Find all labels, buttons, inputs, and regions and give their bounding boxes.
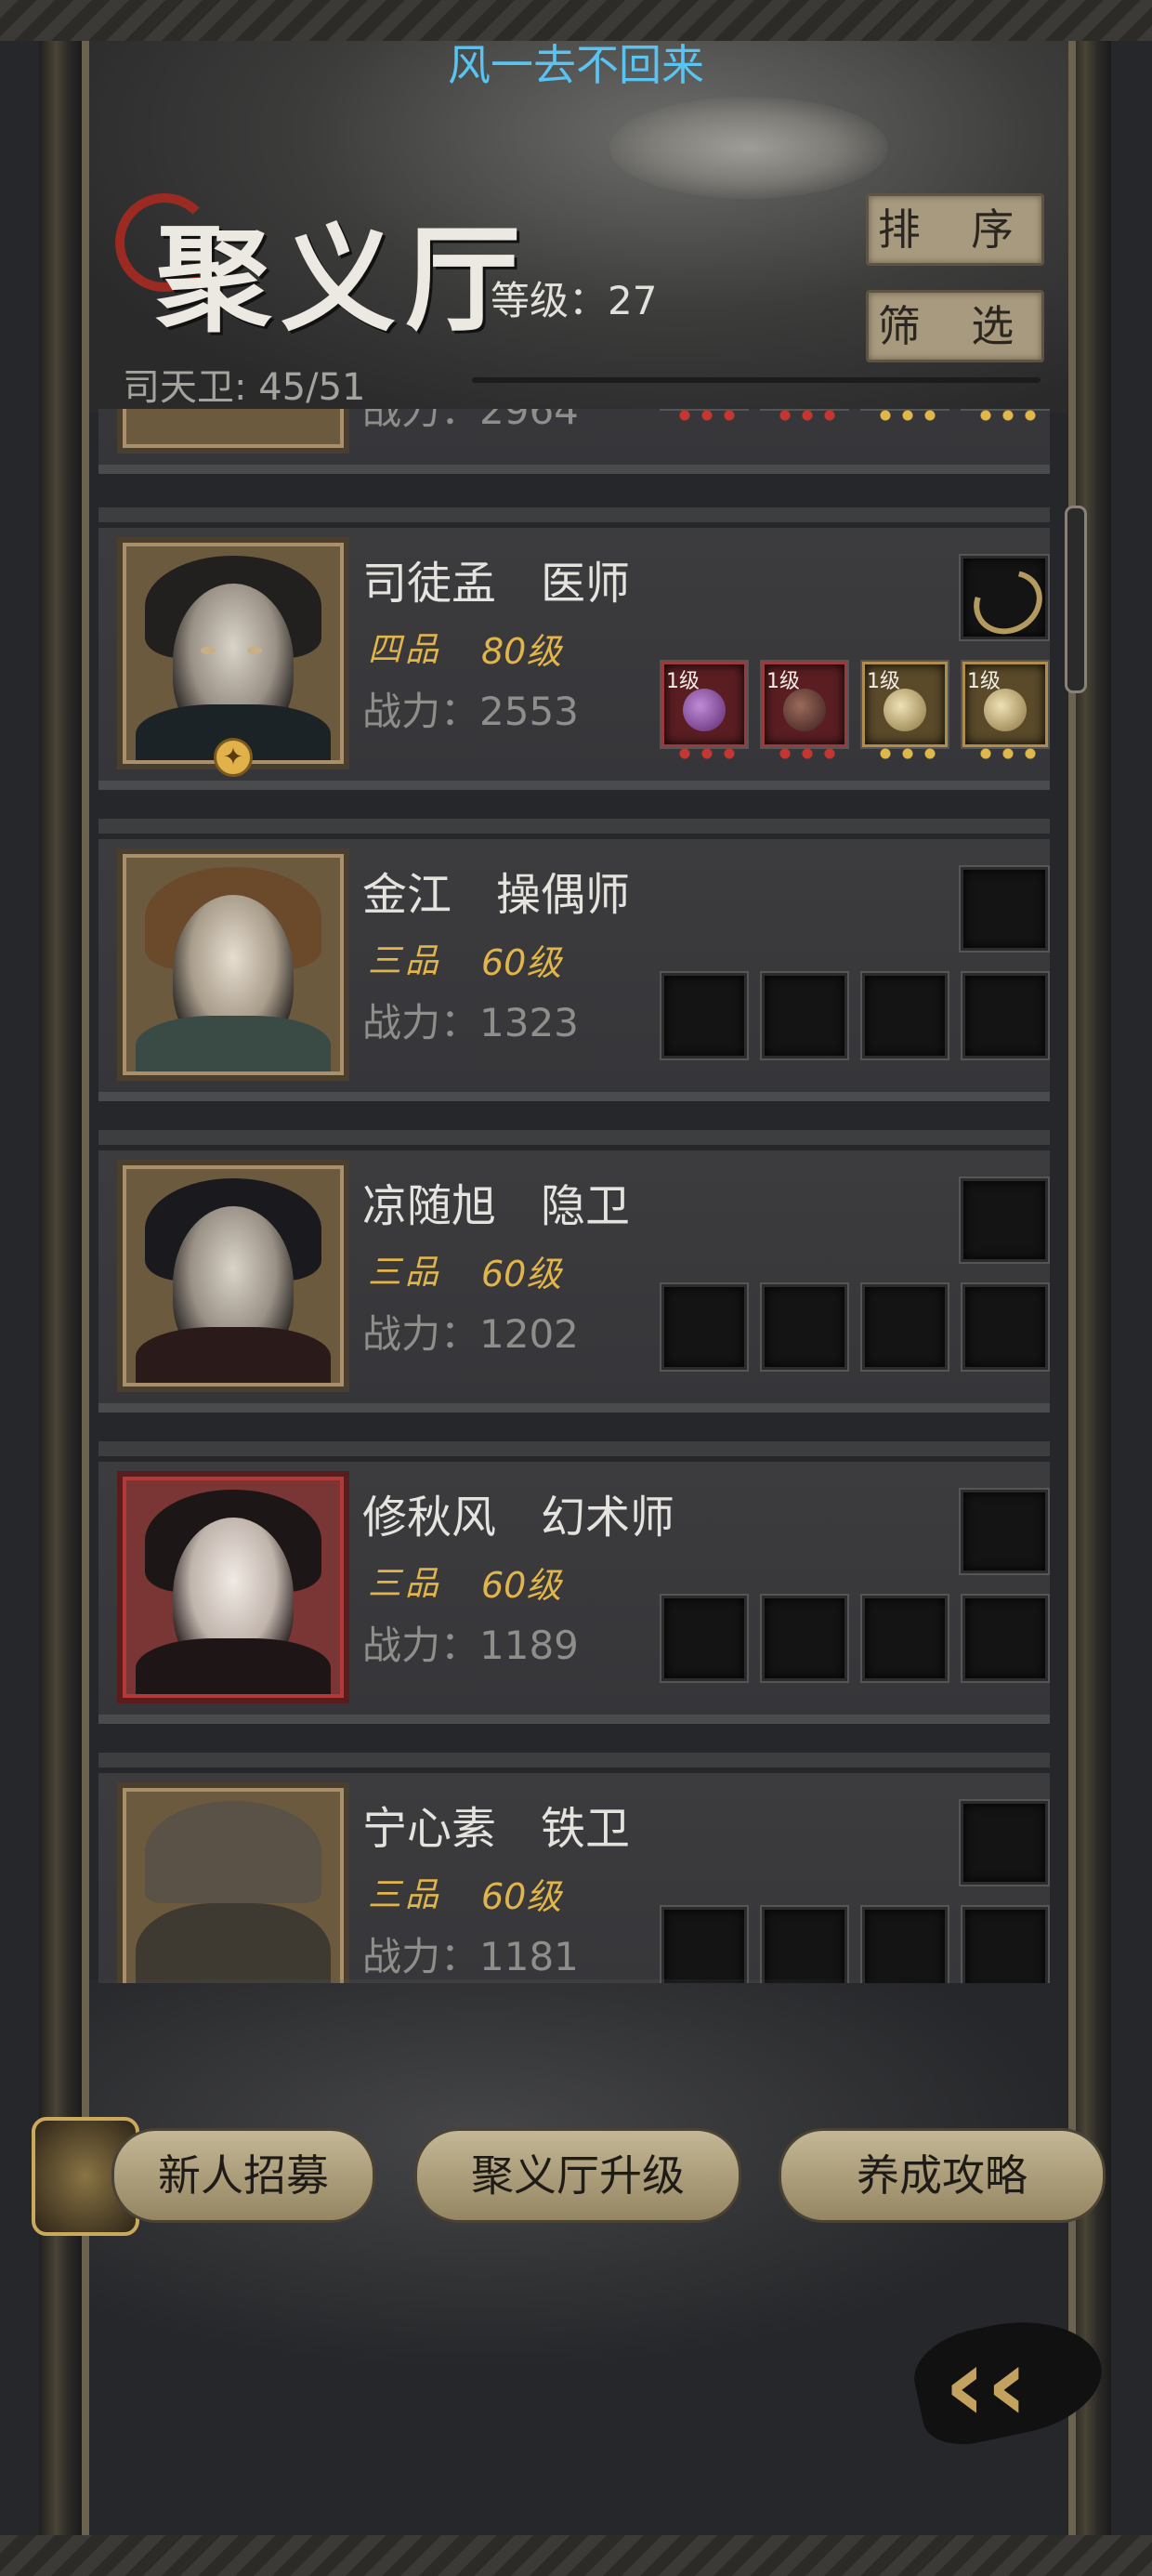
filter-button[interactable]: 筛 选: [866, 290, 1044, 362]
character-name: 修秋风 幻术师: [362, 1492, 675, 1544]
character-card[interactable]: 宁心素 铁卫 三品 60级 战力：1181: [98, 1753, 1050, 1983]
guard-count: 司天卫: 45/51: [123, 366, 366, 409]
portrait: [123, 543, 344, 764]
character-grade: 三品: [368, 1254, 443, 1292]
character-grade: 四品: [368, 631, 443, 669]
artifact-slot[interactable]: [961, 1801, 1048, 1885]
equip-slot[interactable]: [661, 973, 747, 1058]
equip-slot[interactable]: 1级: [862, 662, 948, 759]
character-name: 金江 操偶师: [362, 869, 631, 921]
header-divider: [472, 377, 1041, 383]
back-button[interactable]: ‹‹: [906, 2305, 1112, 2453]
equip-slot[interactable]: [762, 1907, 847, 1983]
artifact-slot[interactable]: [961, 867, 1048, 951]
power-value: 战力：1181: [362, 1934, 579, 1979]
character-card-partial[interactable]: 战力：2964: [98, 409, 1050, 465]
artifact-slot[interactable]: [961, 1178, 1048, 1262]
character-grade: 三品: [368, 1876, 443, 1914]
player-name: 风一去不回来: [448, 40, 704, 90]
character-grade: 三品: [368, 1565, 443, 1603]
power-value: 战力：2964: [362, 409, 579, 433]
portrait: [123, 1788, 344, 1983]
character-card[interactable]: 金江 操偶师 三品 60级 战力：1323: [98, 819, 1050, 1092]
power-value: 战力：1189: [362, 1623, 579, 1668]
sort-button[interactable]: 排 序: [866, 193, 1044, 266]
equip-slot[interactable]: [661, 1907, 747, 1983]
page-title: 聚义厅: [156, 213, 530, 348]
equip-slot[interactable]: [962, 1596, 1048, 1681]
equip-slot[interactable]: [661, 1284, 747, 1370]
equip-slot[interactable]: [862, 1284, 948, 1370]
character-card[interactable]: 修秋风 幻术师 三品 60级 战力：1189: [98, 1441, 1050, 1715]
list-scrollbar[interactable]: [1065, 506, 1087, 693]
character-level: 60级: [481, 1565, 562, 1606]
character-name: 宁心素 铁卫: [362, 1803, 631, 1855]
equip-slot[interactable]: [962, 1284, 1048, 1370]
portrait: [123, 854, 344, 1075]
artifact-slot[interactable]: [961, 1490, 1048, 1573]
equip-slot[interactable]: [862, 1596, 948, 1681]
character-card[interactable]: ✦ 司徒孟 医师 四品 80级 战力：2553 1级 1级 1级 1级: [98, 507, 1054, 781]
character-grade: 三品: [368, 942, 443, 980]
portrait: [123, 1165, 344, 1387]
bottom-frame: [0, 2535, 1152, 2576]
equip-slot[interactable]: 1级: [661, 662, 747, 759]
equip-slot[interactable]: [862, 973, 948, 1058]
equip-slot[interactable]: [862, 1907, 948, 1983]
hall-level: 等级：27: [491, 278, 658, 323]
double-chevron-left-icon: ‹‹: [944, 2325, 1028, 2444]
equip-slot[interactable]: 1级: [962, 662, 1048, 759]
power-value: 战力：2553: [362, 689, 579, 734]
character-level: 80级: [481, 631, 562, 672]
crane-illustration: [609, 97, 888, 199]
equip-slot[interactable]: [762, 1284, 847, 1370]
power-value: 战力：1323: [362, 1000, 579, 1045]
portrait: [123, 409, 344, 448]
equip-slot[interactable]: [962, 973, 1048, 1058]
character-card[interactable]: 凉随旭 隐卫 三品 60级 战力：1202: [98, 1130, 1050, 1403]
hall-upgrade-button[interactable]: 聚义厅升级: [414, 2128, 741, 2223]
character-level: 60级: [481, 1876, 562, 1917]
recruit-button[interactable]: 新人招募: [111, 2128, 375, 2223]
rank-badge-icon: ✦: [214, 738, 253, 777]
equip-slot[interactable]: [762, 1596, 847, 1681]
character-level: 60级: [481, 942, 562, 983]
character-level: 60级: [481, 1254, 562, 1295]
equip-slot[interactable]: [762, 973, 847, 1058]
artifact-slot[interactable]: [961, 556, 1054, 647]
portrait: [123, 1477, 344, 1698]
equip-slot[interactable]: 1级: [762, 662, 847, 759]
equip-slot[interactable]: [661, 1596, 747, 1681]
character-name: 司徒孟 医师: [362, 558, 631, 610]
equip-slot[interactable]: [962, 1907, 1048, 1983]
guide-button[interactable]: 养成攻略: [779, 2128, 1106, 2223]
character-list[interactable]: 战力：2964 ✦ 司徒孟 医师 四品 80级 战力：2553 1级 1级 1级…: [89, 409, 1068, 1983]
power-value: 战力：1202: [362, 1311, 579, 1357]
character-name: 凉随旭 隐卫: [362, 1180, 631, 1232]
